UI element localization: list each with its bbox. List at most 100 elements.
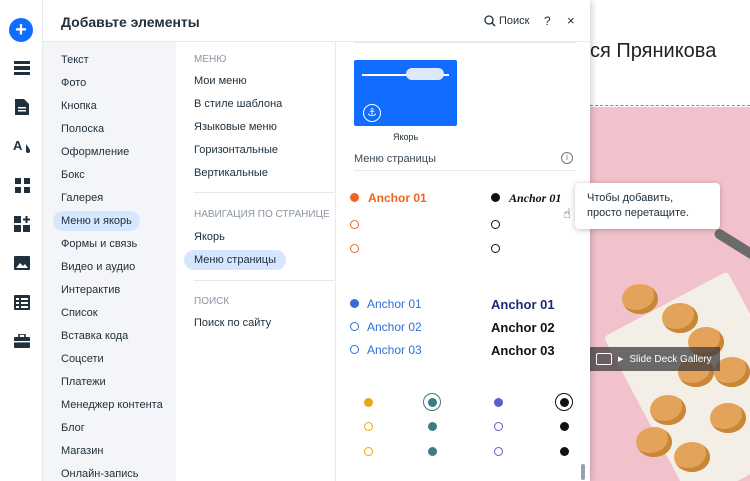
- left-toolbar: + A: [0, 0, 43, 481]
- divider: [194, 192, 334, 193]
- menu-label: Anchor 03: [367, 343, 422, 357]
- help-button[interactable]: ?: [544, 14, 551, 28]
- category-store[interactable]: Магазин: [53, 441, 111, 461]
- pages-icon[interactable]: [12, 97, 32, 117]
- media-icon[interactable]: [12, 253, 32, 273]
- anchor-icon: ⚓: [363, 104, 381, 122]
- category-payments[interactable]: Платежи: [53, 372, 114, 392]
- menu-dot: [364, 398, 373, 407]
- panel-title: Добавьте элементы: [61, 14, 200, 30]
- gallery-icon: [596, 353, 612, 365]
- menu-label: Anchor 01: [509, 191, 562, 205]
- category-forms[interactable]: Формы и связь: [53, 234, 145, 254]
- subnav-site-search[interactable]: Поиск по сайту: [184, 313, 281, 333]
- menu-label: Anchor 03: [491, 343, 555, 358]
- menu-label: Anchor 01: [367, 297, 422, 311]
- menu-dot: [364, 447, 373, 456]
- menu-dot: [350, 193, 359, 202]
- subnav-template-menus[interactable]: В стиле шаблона: [184, 94, 292, 114]
- elements-preview: ⚓ Якорь Меню страницы i Anchor 01 Anchor…: [337, 42, 590, 481]
- menu-dot: [364, 422, 373, 431]
- business-briefcase-icon[interactable]: [12, 331, 32, 351]
- menu-dot: [350, 345, 359, 354]
- menu-label: Anchor 01: [368, 191, 427, 205]
- category-strip[interactable]: Полоска: [53, 119, 112, 139]
- menu-dot: [428, 447, 437, 456]
- drag-tooltip: Чтобы добавить, просто перетащите.: [575, 183, 720, 229]
- scrollbar[interactable]: [581, 464, 585, 480]
- anchor-thumb-label: Якорь: [393, 132, 419, 142]
- menu-dot: [560, 447, 569, 456]
- menu-dot: [350, 322, 359, 331]
- menu-dot: [491, 220, 500, 229]
- category-video-audio[interactable]: Видео и аудио: [53, 257, 143, 277]
- subnav-language-menus[interactable]: Языковые меню: [184, 117, 287, 137]
- menu-label: Anchor 02: [367, 320, 422, 334]
- search-icon: [484, 15, 496, 27]
- subnav-my-menus[interactable]: Мои меню: [184, 71, 257, 91]
- hero-image: [590, 107, 750, 481]
- panel-header: Добавьте элементы Поиск ? ×: [43, 0, 590, 42]
- category-gallery[interactable]: Галерея: [53, 188, 111, 208]
- category-list-item[interactable]: Список: [53, 303, 106, 323]
- cookie: [674, 442, 710, 472]
- apps-grid-icon[interactable]: [12, 175, 32, 195]
- subnav-anchor[interactable]: Якорь: [184, 227, 235, 247]
- handle-shape: [406, 68, 444, 80]
- category-text[interactable]: Текст: [53, 50, 97, 70]
- category-blog[interactable]: Блог: [53, 418, 93, 438]
- section-header-menu: МЕНЮ: [194, 54, 227, 65]
- cms-table-icon[interactable]: [12, 292, 32, 312]
- app-market-icon[interactable]: [12, 214, 32, 234]
- search-label: Поиск: [499, 15, 530, 27]
- anchor-element-thumb[interactable]: ⚓: [354, 60, 457, 126]
- cookie: [662, 303, 698, 333]
- menu-dot: [350, 220, 359, 229]
- subcategory-list: МЕНЮ Мои меню В стиле шаблона Языковые м…: [176, 42, 336, 481]
- menu-label: Anchor 01: [491, 297, 555, 312]
- section-header-anchors: НАВИГАЦИЯ ПО СТРАНИЦЕ: [194, 209, 330, 220]
- spoon-shape: [712, 227, 750, 273]
- play-icon: ▶: [618, 356, 624, 363]
- cookie: [710, 403, 746, 433]
- category-list: Текст Фото Кнопка Полоска Оформление Бок…: [43, 42, 176, 481]
- category-menu-anchor[interactable]: Меню и якорь: [53, 211, 140, 231]
- category-box[interactable]: Бокс: [53, 165, 93, 185]
- section-divider: [590, 105, 750, 106]
- category-social[interactable]: Соцсети: [53, 349, 112, 369]
- hand-cursor-icon: ☝: [563, 206, 571, 221]
- menu-dot: [494, 447, 503, 456]
- menu-dot: [350, 244, 359, 253]
- menu-dot: [494, 398, 503, 407]
- menu-dot: [491, 244, 500, 253]
- info-icon[interactable]: i: [561, 152, 573, 164]
- gallery-tag[interactable]: ▶ Slide Deck Gallery: [590, 347, 720, 371]
- divider: [354, 42, 576, 43]
- search-button[interactable]: Поиск: [484, 15, 529, 27]
- menu-dot: [494, 422, 503, 431]
- subnav-horizontal[interactable]: Горизонтальные: [184, 140, 288, 160]
- gallery-tag-label: Slide Deck Gallery: [629, 353, 712, 365]
- category-embed-code[interactable]: Вставка кода: [53, 326, 136, 346]
- category-bookings[interactable]: Онлайн-запись: [53, 464, 147, 481]
- menu-dot: [491, 193, 500, 202]
- sections-icon[interactable]: [12, 58, 32, 78]
- cookie: [650, 395, 686, 425]
- subnav-page-menu[interactable]: Меню страницы: [184, 250, 286, 270]
- category-cms[interactable]: Менеджер контента: [53, 395, 171, 415]
- theme-design-icon[interactable]: A: [12, 136, 32, 156]
- close-icon[interactable]: ×: [567, 13, 575, 28]
- page-heading: ся Пряникова: [590, 40, 717, 62]
- subnav-vertical[interactable]: Вертикальные: [184, 163, 278, 183]
- menu-dot: [560, 398, 569, 407]
- category-button[interactable]: Кнопка: [53, 96, 105, 116]
- divider: [194, 280, 334, 281]
- menu-dot: [428, 422, 437, 431]
- divider: [354, 170, 576, 171]
- section-header-search: ПОИСК: [194, 296, 230, 307]
- category-decorative[interactable]: Оформление: [53, 142, 137, 162]
- category-image[interactable]: Фото: [53, 73, 94, 93]
- add-elements-panel: Добавьте элементы Поиск ? × Текст Фото К…: [43, 0, 590, 481]
- category-interactive[interactable]: Интерактив: [53, 280, 128, 300]
- add-elements-icon[interactable]: +: [9, 18, 33, 42]
